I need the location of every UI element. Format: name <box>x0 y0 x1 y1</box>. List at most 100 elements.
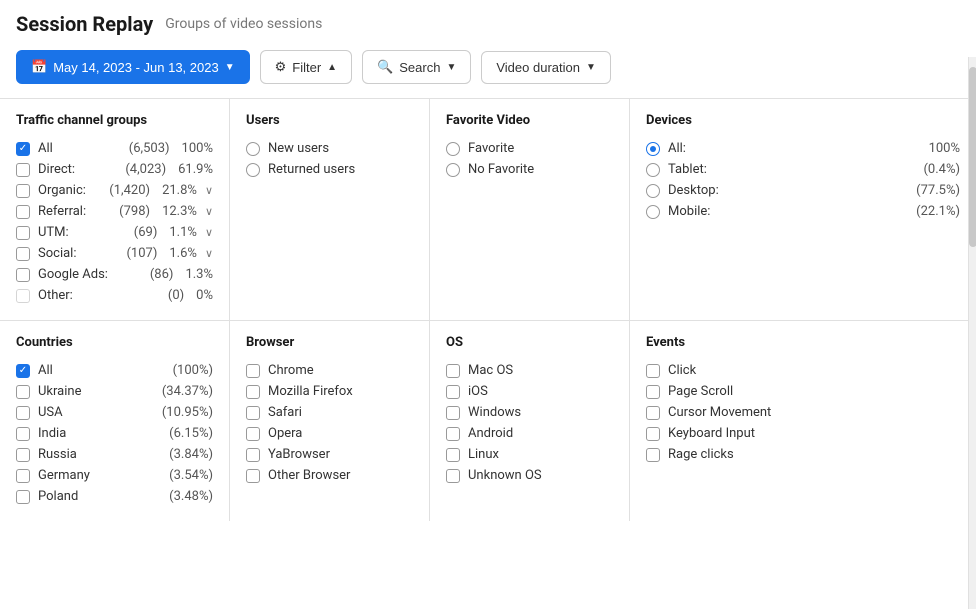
browser-chrome-checkbox[interactable] <box>246 364 260 378</box>
browser-opera: Opera <box>246 423 413 444</box>
events-section: Events Click Page Scroll Cursor Movement… <box>630 321 976 521</box>
chevron-down-icon3: ▼ <box>586 62 596 73</box>
country-ukraine-checkbox[interactable] <box>16 385 30 399</box>
devices-desktop: Desktop: (77.5%) <box>646 180 960 201</box>
os-macos: Mac OS <box>446 360 613 381</box>
devices-tablet: Tablet: (0.4%) <box>646 159 960 180</box>
os-unknown-checkbox[interactable] <box>446 469 460 483</box>
favorite-yes-radio[interactable] <box>446 142 460 156</box>
users-new: New users <box>246 138 413 159</box>
duration-button[interactable]: Video duration ▼ <box>481 51 611 84</box>
browser-yabrowser-checkbox[interactable] <box>246 448 260 462</box>
referral-expand-icon[interactable]: ∨ <box>205 205 213 218</box>
browser-other-checkbox[interactable] <box>246 469 260 483</box>
users-returned-radio[interactable] <box>246 163 260 177</box>
os-macos-checkbox[interactable] <box>446 364 460 378</box>
browser-chrome: Chrome <box>246 360 413 381</box>
event-rage-clicks-checkbox[interactable] <box>646 448 660 462</box>
traffic-referral: Referral: (798) 12.3% ∨ <box>16 201 213 222</box>
scrollbar-thumb[interactable] <box>969 67 976 247</box>
search-icon: 🔍 <box>377 59 393 75</box>
users-returned: Returned users <box>246 159 413 180</box>
traffic-organic-checkbox[interactable] <box>16 184 30 198</box>
browser-safari-checkbox[interactable] <box>246 406 260 420</box>
devices-mobile-radio[interactable] <box>646 205 660 219</box>
os-android-checkbox[interactable] <box>446 427 460 441</box>
users-new-radio[interactable] <box>246 142 260 156</box>
devices-title: Devices <box>646 113 960 128</box>
event-cursor-movement: Cursor Movement <box>646 402 960 423</box>
organic-expand-icon[interactable]: ∨ <box>205 184 213 197</box>
traffic-other-checkbox[interactable] <box>16 289 30 303</box>
os-android: Android <box>446 423 613 444</box>
traffic-section: Traffic channel groups ✓ All (6,503) 100… <box>0 99 230 320</box>
duration-label: Video duration <box>496 60 580 75</box>
browser-other: Other Browser <box>246 465 413 486</box>
devices-tablet-radio[interactable] <box>646 163 660 177</box>
traffic-referral-checkbox[interactable] <box>16 205 30 219</box>
country-india: India (6.15%) <box>16 423 213 444</box>
country-india-checkbox[interactable] <box>16 427 30 441</box>
traffic-social: Social: (107) 1.6% ∨ <box>16 243 213 264</box>
country-germany: Germany (3.54%) <box>16 465 213 486</box>
date-range-label: May 14, 2023 - Jun 13, 2023 <box>53 60 219 75</box>
devices-all-radio[interactable] <box>646 142 660 156</box>
browser-section: Browser Chrome Mozilla Firefox Safari Op… <box>230 321 430 521</box>
event-cursor-movement-checkbox[interactable] <box>646 406 660 420</box>
filter-button[interactable]: ⚙ Filter ▲ <box>260 50 352 84</box>
event-page-scroll-checkbox[interactable] <box>646 385 660 399</box>
traffic-all-checkbox[interactable]: ✓ <box>16 142 30 156</box>
os-title: OS <box>446 335 613 350</box>
country-usa-checkbox[interactable] <box>16 406 30 420</box>
traffic-direct: Direct: (4,023) 61.9% <box>16 159 213 180</box>
event-click-checkbox[interactable] <box>646 364 660 378</box>
utm-expand-icon[interactable]: ∨ <box>205 226 213 239</box>
country-ukraine: Ukraine (34.37%) <box>16 381 213 402</box>
traffic-direct-checkbox[interactable] <box>16 163 30 177</box>
browser-opera-checkbox[interactable] <box>246 427 260 441</box>
browser-yabrowser: YaBrowser <box>246 444 413 465</box>
search-button[interactable]: 🔍 Search ▼ <box>362 50 471 84</box>
chevron-down-icon2: ▼ <box>446 62 456 73</box>
favorite-video-title: Favorite Video <box>446 113 613 128</box>
os-ios: iOS <box>446 381 613 402</box>
devices-all: All: 100% <box>646 138 960 159</box>
country-usa: USA (10.95%) <box>16 402 213 423</box>
country-all: ✓ All (100%) <box>16 360 213 381</box>
traffic-google-ads-checkbox[interactable] <box>16 268 30 282</box>
browser-safari: Safari <box>246 402 413 423</box>
favorite-yes: Favorite <box>446 138 613 159</box>
os-ios-checkbox[interactable] <box>446 385 460 399</box>
traffic-google-ads: Google Ads: (86) 1.3% <box>16 264 213 285</box>
filter-icon: ⚙ <box>275 59 287 75</box>
country-all-checkbox[interactable]: ✓ <box>16 364 30 378</box>
filter-row-1: Traffic channel groups ✓ All (6,503) 100… <box>0 99 976 321</box>
country-russia: Russia (3.84%) <box>16 444 213 465</box>
date-range-button[interactable]: 📅 May 14, 2023 - Jun 13, 2023 ▼ <box>16 50 250 84</box>
page-wrapper: Session Replay Groups of video sessions … <box>0 0 976 609</box>
event-click: Click <box>646 360 960 381</box>
os-linux-checkbox[interactable] <box>446 448 460 462</box>
filter-row-2: Countries ✓ All (100%) Ukraine (34.37%) … <box>0 321 976 521</box>
search-label: Search <box>399 60 440 75</box>
favorite-no-radio[interactable] <box>446 163 460 177</box>
traffic-utm-checkbox[interactable] <box>16 226 30 240</box>
traffic-other: Other: (0) 0% <box>16 285 213 306</box>
os-windows: Windows <box>446 402 613 423</box>
scrollbar-track[interactable] <box>968 57 976 609</box>
devices-desktop-radio[interactable] <box>646 184 660 198</box>
social-expand-icon[interactable]: ∨ <box>205 247 213 260</box>
calendar-icon: 📅 <box>31 59 47 75</box>
users-title: Users <box>246 113 413 128</box>
country-germany-checkbox[interactable] <box>16 469 30 483</box>
chevron-down-icon: ▼ <box>225 62 235 73</box>
country-poland-checkbox[interactable] <box>16 490 30 504</box>
os-windows-checkbox[interactable] <box>446 406 460 420</box>
filter-label: Filter <box>292 60 321 75</box>
event-keyboard-input-checkbox[interactable] <box>646 427 660 441</box>
country-russia-checkbox[interactable] <box>16 448 30 462</box>
traffic-social-checkbox[interactable] <box>16 247 30 261</box>
browser-firefox-checkbox[interactable] <box>246 385 260 399</box>
chevron-up-icon: ▲ <box>327 62 337 73</box>
traffic-all: ✓ All (6,503) 100% <box>16 138 213 159</box>
